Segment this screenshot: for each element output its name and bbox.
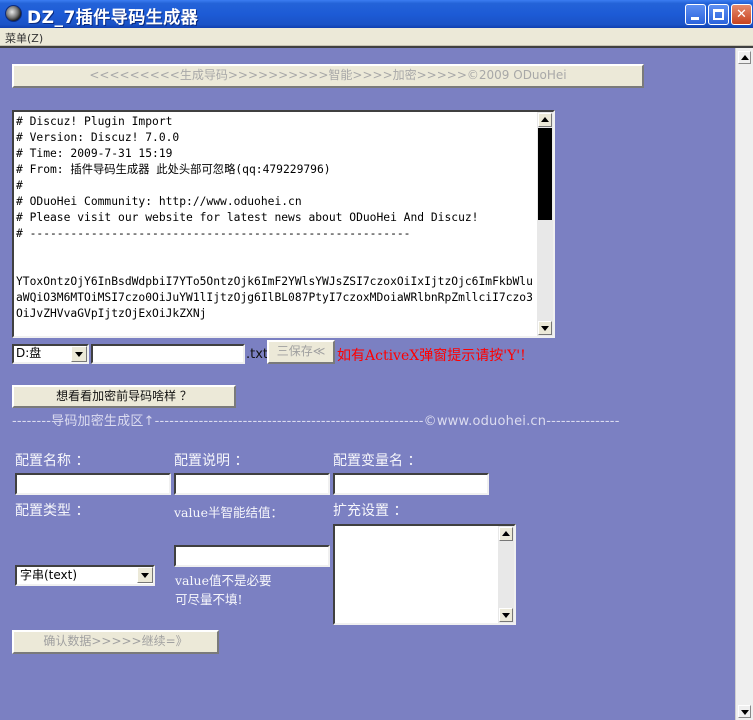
maximize-icon xyxy=(713,9,724,20)
code-scrollbar[interactable] xyxy=(537,112,553,336)
config-name-label: 配置名称 ： xyxy=(15,453,90,469)
code-scroll-up[interactable] xyxy=(538,113,552,127)
config-type-value: 字串(text) xyxy=(20,568,78,582)
chevron-down-icon xyxy=(75,352,83,357)
scroll-up-button[interactable] xyxy=(738,51,751,64)
code-content[interactable]: # Discuz! Plugin Import # Version: Discu… xyxy=(16,114,535,336)
chevron-down-icon xyxy=(141,573,149,578)
preview-unencrypted-button[interactable]: 想看看加密前导码啥样 ？ xyxy=(12,385,236,408)
minimize-icon xyxy=(691,17,699,20)
config-type-label: 配置类型 ： xyxy=(15,503,90,519)
ext-scroll-down[interactable] xyxy=(499,608,513,622)
arrow-up-icon xyxy=(502,531,510,536)
code-textarea[interactable]: # Discuz! Plugin Import # Version: Discu… xyxy=(12,110,555,338)
ext-scrollbar[interactable] xyxy=(498,526,514,623)
activex-hint: 如有ActiveX弹窗提示请按'Y'! xyxy=(337,348,526,364)
close-button[interactable]: ✕ xyxy=(731,4,752,25)
ext-settings-textarea[interactable] xyxy=(333,524,516,625)
config-desc-input[interactable] xyxy=(174,473,330,495)
config-name-input[interactable] xyxy=(15,473,171,495)
ext-scroll-up[interactable] xyxy=(499,527,513,541)
scroll-down-button[interactable] xyxy=(738,705,751,718)
menubar: 菜单(Z) xyxy=(0,28,753,46)
minimize-button[interactable] xyxy=(685,4,706,25)
menu-item-main[interactable]: 菜单(Z) xyxy=(5,30,43,46)
value-note-line2: 可尽量不填! xyxy=(175,592,243,607)
dropdown-button[interactable] xyxy=(71,346,87,362)
confirm-continue-button[interactable]: 确认数据>>>>>继续=》 xyxy=(12,630,219,654)
arrow-down-icon xyxy=(741,710,749,715)
arrow-down-icon xyxy=(502,613,510,618)
save-button[interactable]: 三保存≪ xyxy=(267,340,335,364)
code-scroll-thumb[interactable] xyxy=(538,128,552,220)
config-var-label: 配置变量名 ： xyxy=(333,453,422,469)
arrow-up-icon xyxy=(741,55,749,60)
arrow-up-icon xyxy=(541,117,549,122)
value-note-line1: value值不是必要 xyxy=(175,573,272,588)
config-type-select[interactable]: 字串(text) xyxy=(15,565,155,586)
section-divider: --------导码加密生成区↑------------------------… xyxy=(12,414,620,426)
generate-banner-button[interactable]: <<<<<<<<<生成导码>>>>>>>>>>智能>>>>加密>>>>>©200… xyxy=(12,64,644,88)
value-input[interactable] xyxy=(174,545,330,567)
filename-input[interactable] xyxy=(91,344,245,364)
window-title: DZ_7插件导码生成器 xyxy=(27,8,199,28)
drive-select[interactable]: D:盘 xyxy=(12,344,89,364)
drive-select-value: D:盘 xyxy=(16,346,42,360)
code-scroll-down[interactable] xyxy=(538,321,552,335)
file-extension-label: .txt xyxy=(246,347,269,362)
dropdown-button[interactable] xyxy=(137,567,153,583)
config-desc-label: 配置说明 ： xyxy=(174,453,249,469)
arrow-down-icon xyxy=(541,326,549,331)
config-var-input[interactable] xyxy=(333,473,489,495)
window-titlebar: DZ_7插件导码生成器 ✕ xyxy=(0,0,753,28)
maximize-button[interactable] xyxy=(708,4,729,25)
page-scrollbar[interactable] xyxy=(735,48,753,720)
ext-settings-label: 扩充设置 ： xyxy=(333,503,408,519)
app-icon xyxy=(5,5,22,22)
value-label: value半智能结值： xyxy=(174,505,283,520)
